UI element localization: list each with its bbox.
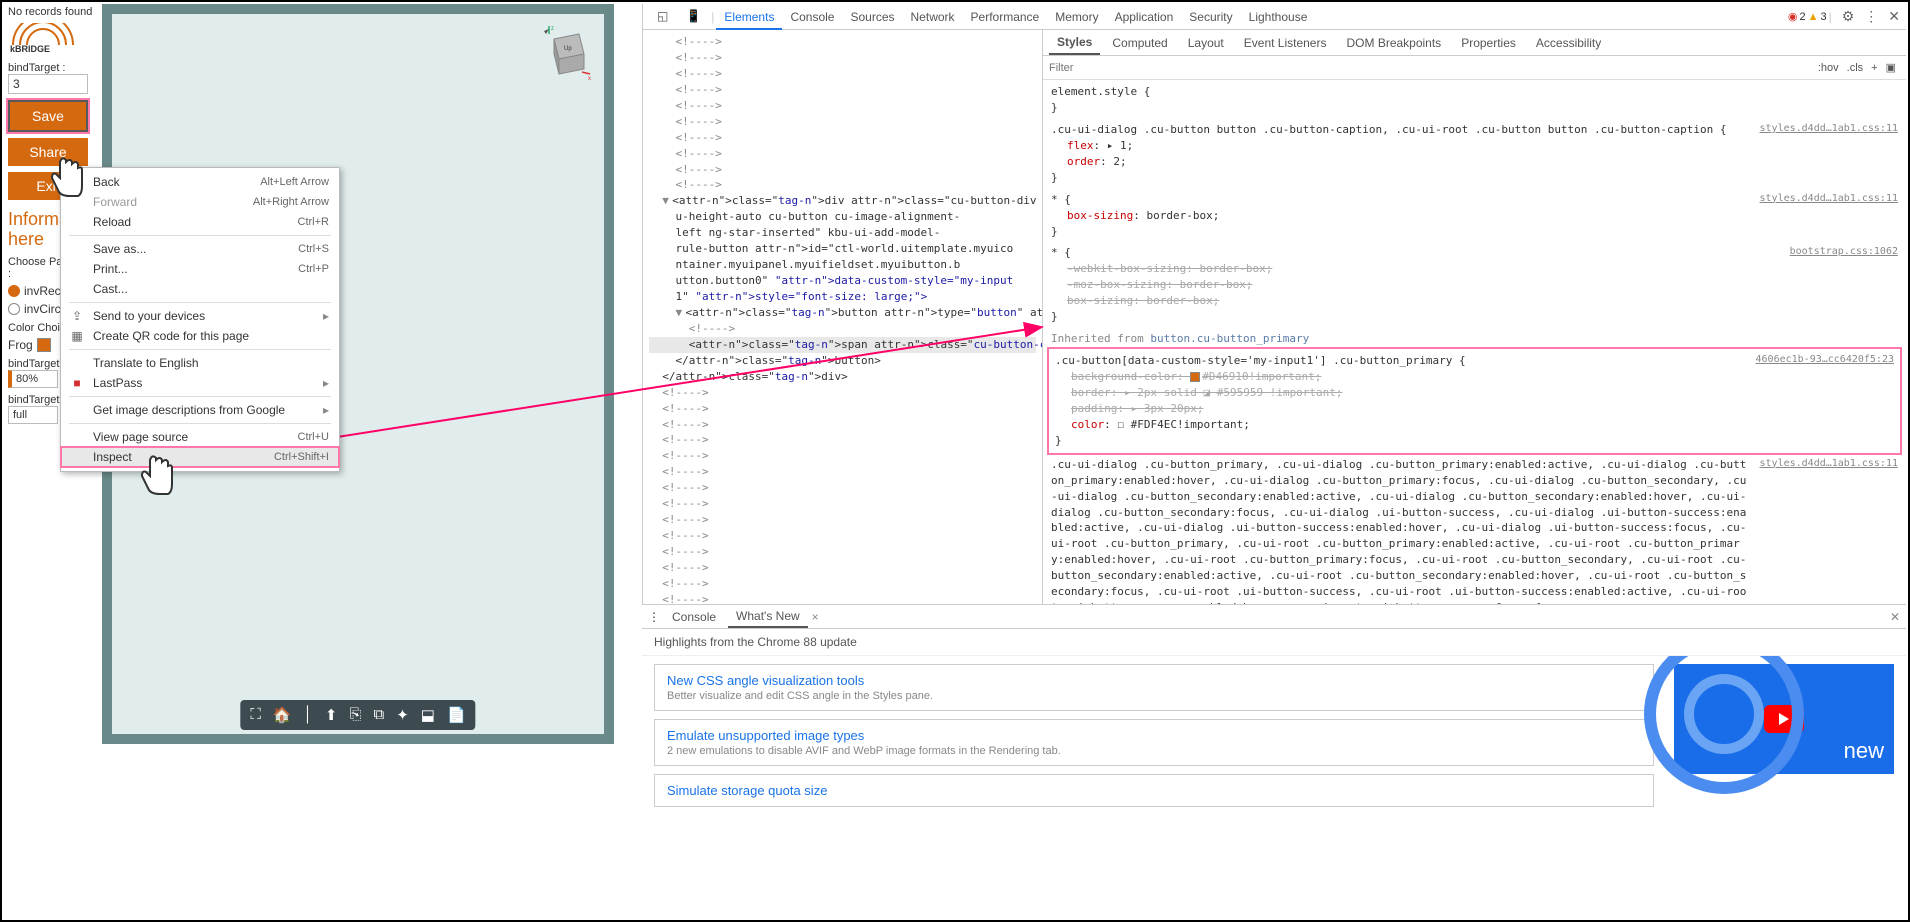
whatsnew-card[interactable]: Emulate unsupported image types2 new emu… — [654, 719, 1654, 766]
ctx-cast-[interactable]: Cast... — [61, 279, 339, 299]
drawer-tab-console[interactable]: Console — [664, 607, 724, 627]
svg-text:x: x — [588, 76, 591, 82]
bind-target-input[interactable]: 3 — [8, 74, 88, 94]
ctx-send-to-your-devices[interactable]: ⇪Send to your devices▸ — [61, 306, 339, 326]
devtools-tabs: ◱ 📱 | ElementsConsoleSourcesNetworkPerfo… — [643, 4, 1906, 30]
toolbar-icon[interactable]: ✦ — [396, 706, 409, 724]
close-drawer-icon[interactable]: ✕ — [1890, 610, 1900, 624]
ctx-inspect[interactable]: InspectCtrl+Shift+I — [61, 447, 339, 467]
styles-tab-computed[interactable]: Computed — [1104, 32, 1175, 54]
tab-security[interactable]: Security — [1181, 6, 1240, 30]
save-button[interactable]: Save — [8, 100, 88, 132]
hov-toggle[interactable]: :hov — [1814, 62, 1843, 74]
promo-video[interactable]: new — [1674, 664, 1894, 774]
styles-filter: :hov .cls + ▣ — [1043, 56, 1906, 80]
toolbar-icon[interactable]: 🏠 — [273, 706, 292, 724]
toolbar-icon[interactable]: ⧉ — [374, 706, 385, 724]
toolbar-icon[interactable]: │ — [304, 706, 313, 724]
no-records-text: No records found — [8, 6, 95, 19]
warning-count[interactable]: ▲3 — [1808, 11, 1827, 23]
ctx-save-as-[interactable]: Save as...Ctrl+S — [61, 239, 339, 259]
styles-tab-event-listeners[interactable]: Event Listeners — [1236, 32, 1335, 54]
bind-target-3-value[interactable]: full — [8, 406, 58, 424]
add-rule-icon[interactable]: + — [1867, 62, 1881, 74]
bind-target-label: bindTarget : — [8, 62, 95, 74]
tab-sources[interactable]: Sources — [842, 6, 902, 30]
drawer-headline: Highlights from the Chrome 88 update — [642, 629, 1906, 656]
ctx-create-qr-code-for-this-page[interactable]: ▦Create QR code for this page — [61, 326, 339, 346]
drawer-tab-whatsnew[interactable]: What's New — [728, 606, 808, 628]
color-swatch[interactable] — [37, 338, 51, 352]
toolbar-icon[interactable]: ⛶ — [250, 706, 261, 724]
tab-console[interactable]: Console — [782, 6, 842, 30]
ctx-forward[interactable]: ForwardAlt+Right Arrow — [61, 192, 339, 212]
inspect-element-icon[interactable]: ◱ — [649, 5, 676, 29]
ctx-get-image-descriptions-from-google[interactable]: Get image descriptions from Google▸ — [61, 400, 339, 420]
frog-label: Frog — [8, 338, 33, 352]
ctx-view-page-source[interactable]: View page sourceCtrl+U — [61, 427, 339, 447]
cls-toggle[interactable]: .cls — [1843, 62, 1868, 74]
kbridge-logo: kBRIDGE — [8, 23, 95, 56]
svg-text:z: z — [551, 26, 554, 32]
toolbar-icon[interactable]: 📄 — [447, 706, 466, 724]
devtools-drawer: ⋮ Console What's New × ✕ Highlights from… — [642, 604, 1906, 918]
error-count[interactable]: ◉2 — [1788, 10, 1806, 23]
device-toggle-icon[interactable]: 📱 — [678, 5, 709, 29]
styles-tab-accessibility[interactable]: Accessibility — [1528, 32, 1609, 54]
tab-application[interactable]: Application — [1107, 6, 1182, 30]
toolbar-icon[interactable]: ⎘ — [349, 706, 361, 724]
context-menu: BackAlt+Left ArrowForwardAlt+Right Arrow… — [60, 167, 340, 472]
promo-text: new — [1844, 738, 1884, 764]
ctx-reload[interactable]: ReloadCtrl+R — [61, 212, 339, 232]
tab-network[interactable]: Network — [903, 6, 963, 30]
radio-dot-icon — [8, 285, 20, 297]
ctx-back[interactable]: BackAlt+Left Arrow — [61, 172, 339, 192]
tab-elements[interactable]: Elements — [716, 6, 782, 30]
settings-icon[interactable]: ⚙ — [1842, 8, 1855, 25]
whatsnew-card[interactable]: Simulate storage quota size — [654, 774, 1654, 807]
view-cube[interactable]: Up z x — [534, 24, 594, 84]
ctx-print-[interactable]: Print...Ctrl+P — [61, 259, 339, 279]
tab-performance[interactable]: Performance — [963, 6, 1048, 30]
toolbar-icon[interactable]: ⬓ — [421, 706, 435, 724]
bind-target-2-value[interactable]: 80% — [8, 370, 58, 388]
ctx-lastpass[interactable]: ■LastPass▸ — [61, 373, 339, 393]
styles-tab-dom-breakpoints[interactable]: DOM Breakpoints — [1338, 32, 1449, 54]
tab-lighthouse[interactable]: Lighthouse — [1241, 6, 1316, 30]
radio-dot-icon — [8, 303, 20, 315]
svg-text:Up: Up — [564, 46, 572, 52]
styles-tab-styles[interactable]: Styles — [1049, 31, 1100, 55]
box-model-icon[interactable]: ▣ — [1882, 61, 1900, 74]
canvas-toolbar: ⛶ 🏠 │ ⬆ ⎘ ⧉ ✦ ⬓ 📄 — [240, 700, 475, 730]
drawer-menu-icon[interactable]: ⋮ — [648, 610, 660, 624]
ctx-translate-to-english[interactable]: Translate to English — [61, 353, 339, 373]
close-tab-icon[interactable]: × — [812, 610, 819, 624]
toolbar-icon[interactable]: ⬆ — [325, 706, 338, 724]
tab-memory[interactable]: Memory — [1047, 6, 1106, 30]
share-button[interactable]: Share — [8, 138, 88, 166]
styles-tab-properties[interactable]: Properties — [1453, 32, 1524, 54]
more-icon[interactable]: ⋮ — [1864, 8, 1878, 25]
whatsnew-card[interactable]: New CSS angle visualization toolsBetter … — [654, 664, 1654, 711]
svg-text:kBRIDGE: kBRIDGE — [10, 44, 50, 53]
filter-input[interactable] — [1049, 62, 1814, 74]
close-icon[interactable]: ✕ — [1888, 8, 1900, 25]
styles-tab-layout[interactable]: Layout — [1180, 32, 1232, 54]
